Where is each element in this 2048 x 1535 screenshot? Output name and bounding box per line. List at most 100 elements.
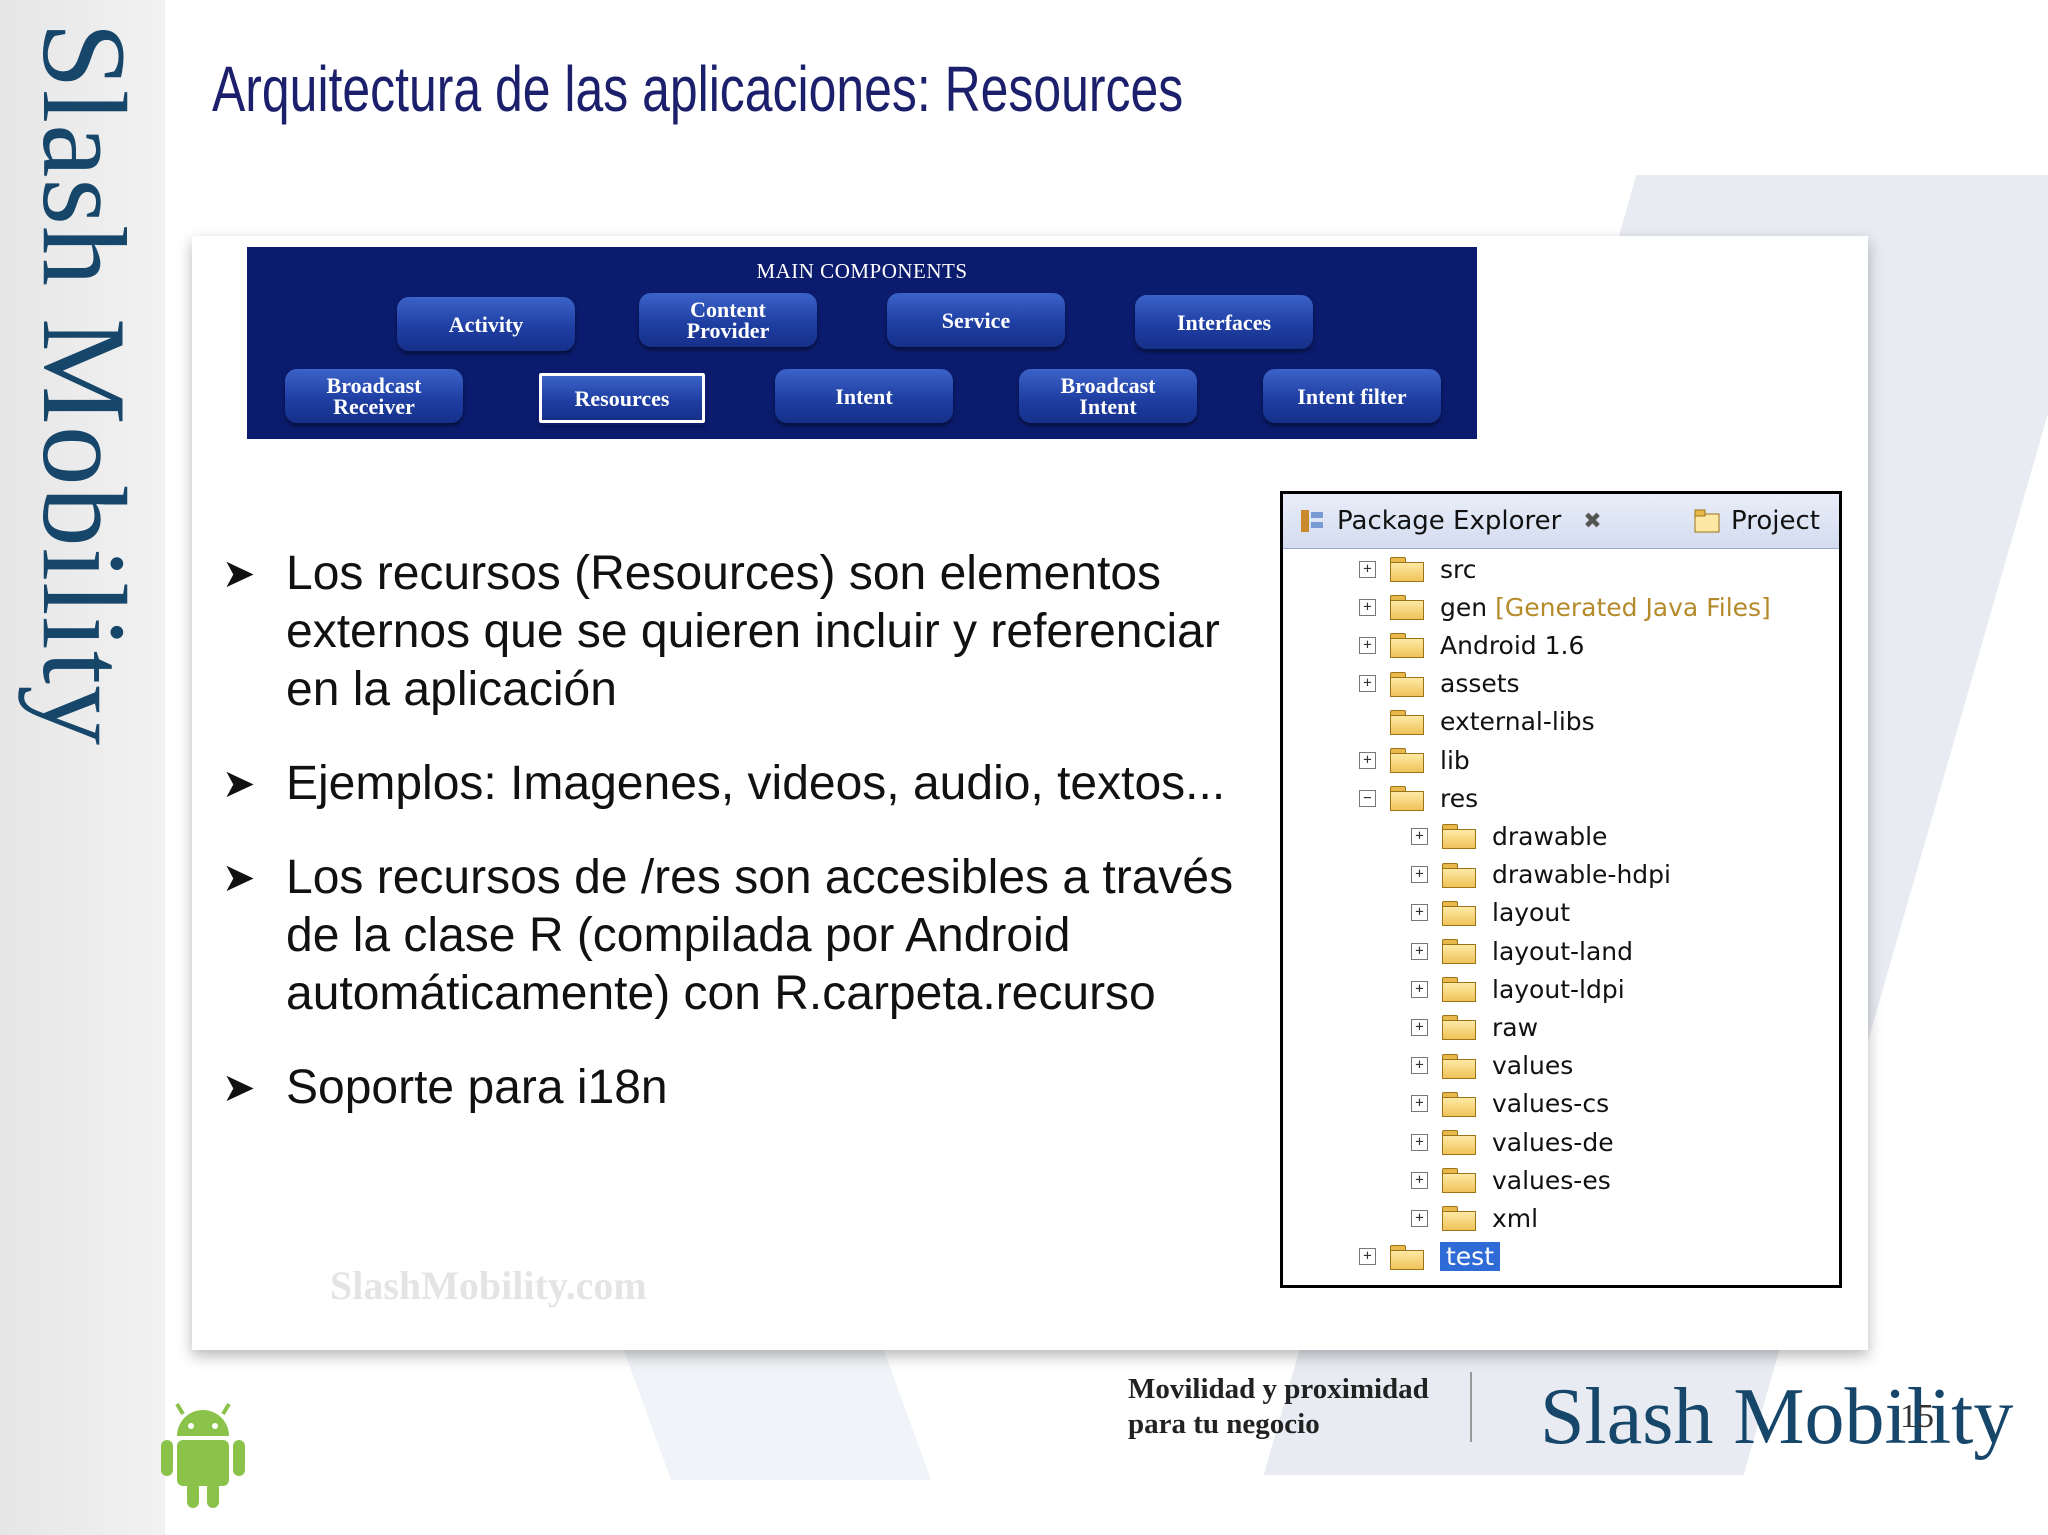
tree-item-external-libs[interactable]: external-libs — [1359, 703, 1595, 741]
side-brand-logo: Slash Mobility — [18, 22, 151, 747]
tree-item-values-cs[interactable]: + values-cs — [1411, 1085, 1609, 1123]
tree-item-drawable-hdpi[interactable]: + drawable-hdpi — [1411, 856, 1671, 894]
tree-item-values-es[interactable]: + values-es — [1411, 1161, 1611, 1199]
components-banner: MAIN COMPONENTS Activity Content Provide… — [247, 247, 1477, 439]
tree-item-label: test — [1440, 1242, 1501, 1272]
tree-item-xml[interactable]: + xml — [1411, 1199, 1538, 1237]
expand-icon[interactable]: + — [1411, 1018, 1428, 1036]
folder-icon — [1390, 709, 1424, 735]
bullet-list: ➤ Los recursos (Resources) son elementos… — [222, 545, 1272, 1153]
expand-icon[interactable]: + — [1411, 1057, 1428, 1075]
expand-icon[interactable]: + — [1411, 942, 1428, 960]
folder-icon — [1442, 862, 1476, 888]
package-explorer-icon — [1301, 510, 1323, 532]
expand-icon[interactable]: + — [1359, 751, 1376, 769]
component-service: Service — [887, 293, 1065, 347]
tree-item-label: xml — [1492, 1203, 1539, 1233]
tree-item-label: res — [1440, 783, 1479, 813]
tree-item-layout[interactable]: + layout — [1411, 894, 1570, 932]
folder-icon — [1442, 824, 1476, 850]
close-tab-icon[interactable]: ✖ — [1583, 509, 1601, 534]
folder-icon — [1390, 671, 1424, 697]
folder-icon — [1442, 977, 1476, 1003]
tree-item-src[interactable]: + src — [1359, 550, 1477, 588]
folder-icon — [1390, 633, 1424, 659]
folder-icon — [1442, 1206, 1476, 1232]
tree-item-label: values-es — [1492, 1165, 1611, 1195]
tree-item-label: Android 1.6 — [1440, 630, 1585, 660]
tab-package-explorer[interactable]: Package Explorer ✖ — [1289, 498, 1669, 544]
tree-item-label: layout-land — [1492, 936, 1634, 966]
folder-icon — [1390, 748, 1424, 773]
tree-item-assets[interactable]: + assets — [1359, 665, 1520, 703]
bullet-item: ➤ Los recursos (Resources) son elementos… — [222, 547, 1220, 716]
tree-item-values[interactable]: + values — [1411, 1047, 1573, 1085]
folder-icon — [1442, 1053, 1476, 1079]
expand-icon[interactable]: + — [1359, 598, 1376, 616]
folder-icon — [1442, 1091, 1476, 1117]
tree-item-test[interactable]: + test — [1359, 1238, 1501, 1276]
tab-project[interactable]: Project — [1693, 498, 1843, 544]
expand-icon[interactable]: + — [1411, 980, 1428, 998]
folder-icon — [1442, 900, 1476, 926]
explorer-header: Package Explorer ✖ Project — [1283, 494, 1839, 549]
arrow-bullet-icon: ➤ — [222, 552, 256, 596]
folder-icon — [1390, 557, 1424, 582]
tree-item-drawable[interactable]: + drawable — [1411, 817, 1607, 855]
expand-icon[interactable]: + — [1359, 1248, 1376, 1266]
banner-title: MAIN COMPONENTS — [756, 259, 968, 283]
component-content-provider: Content Provider — [639, 293, 817, 347]
expand-icon[interactable]: + — [1411, 1209, 1428, 1227]
tree-item-android-1-6[interactable]: + Android 1.6 — [1359, 626, 1584, 664]
folder-icon — [1390, 595, 1424, 621]
expand-icon[interactable]: + — [1411, 1133, 1428, 1151]
android-logo — [161, 1402, 245, 1508]
tree-item-label: lib — [1440, 745, 1470, 775]
collapse-icon[interactable]: − — [1359, 789, 1376, 807]
folder-icon — [1442, 939, 1476, 964]
footer-tagline: Movilidad y proximidad para tu negocio — [1128, 1373, 1429, 1440]
tree-item-gen[interactable]: + gen [Generated Java Files] — [1359, 588, 1771, 626]
expand-icon[interactable]: + — [1411, 1095, 1428, 1113]
tree-item-label: values-cs — [1492, 1089, 1610, 1119]
bullet-item: ➤ Ejemplos: Imagenes, videos, audio, tex… — [222, 755, 1272, 813]
tree-item-res[interactable]: − res — [1359, 779, 1478, 817]
tree-item-layout-land[interactable]: + layout-land — [1411, 932, 1633, 970]
component-broadcast-intent: Broadcast Intent — [1019, 369, 1197, 423]
expand-icon[interactable]: + — [1359, 636, 1376, 654]
tree-item-label: raw — [1492, 1012, 1539, 1042]
tree-item-label: gen — [1440, 592, 1488, 622]
arrow-bullet-icon: ➤ — [222, 1066, 256, 1110]
component-resources-selected: Resources — [537, 371, 707, 425]
tree-item-label: values-de — [1492, 1127, 1614, 1157]
component-activity: Activity — [397, 297, 575, 351]
expand-icon[interactable]: + — [1359, 675, 1376, 693]
tree-item-label: layout — [1492, 898, 1571, 928]
page-number: 15 — [1900, 1398, 1934, 1435]
component-interfaces: Interfaces — [1135, 295, 1313, 349]
tree-item-label: assets — [1440, 669, 1520, 699]
component-intent: Intent — [775, 369, 953, 423]
folder-icon — [1442, 1168, 1476, 1194]
tree-item-values-de[interactable]: + values-de — [1411, 1123, 1614, 1161]
footer-brand-logo: Slash Mobility — [1540, 1373, 2014, 1461]
expand-icon[interactable]: + — [1411, 904, 1428, 922]
project-icon — [1694, 509, 1720, 533]
expand-icon[interactable]: + — [1359, 560, 1376, 578]
tree-item-lib[interactable]: + lib — [1359, 741, 1470, 779]
watermark: SlashMobility.com — [330, 1263, 647, 1308]
tree-item-label: drawable — [1492, 821, 1608, 851]
bullet-item: ➤ Soporte para i18n — [222, 1059, 1272, 1117]
tree-item-label: layout-ldpi — [1492, 974, 1625, 1004]
tree-item-label: drawable-hdpi — [1492, 860, 1671, 890]
expand-icon[interactable]: + — [1411, 1171, 1428, 1189]
bullet-item: ➤ Los recursos de /res son accesibles a … — [222, 851, 1234, 1020]
tree-item-layout-ldpi[interactable]: + layout-ldpi — [1411, 970, 1625, 1008]
component-intent-filter: Intent filter — [1263, 369, 1441, 423]
expand-icon[interactable]: + — [1411, 827, 1428, 845]
footer-divider — [1470, 1372, 1472, 1442]
expand-icon[interactable]: + — [1411, 866, 1428, 884]
folder-icon — [1442, 1015, 1476, 1041]
tree-item-note: [Generated Java Files] — [1495, 592, 1771, 622]
tree-item-raw[interactable]: + raw — [1411, 1008, 1538, 1046]
